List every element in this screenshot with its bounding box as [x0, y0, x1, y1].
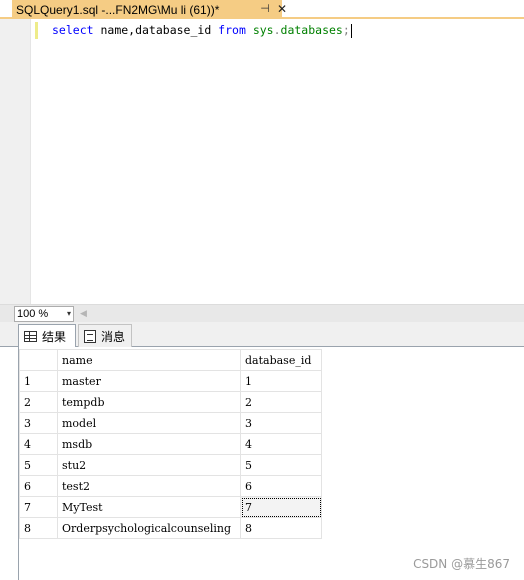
- query-document-tab[interactable]: SQLQuery1.sql -...FN2MG\Mu li (61))* ⊣ ✕: [12, 0, 287, 19]
- row-number-cell[interactable]: 8: [19, 517, 58, 539]
- name-cell[interactable]: master: [57, 370, 241, 392]
- token-dot: .: [273, 23, 281, 37]
- name-cell[interactable]: msdb: [57, 433, 241, 455]
- name-cell[interactable]: MyTest: [57, 496, 241, 518]
- database-id-cell[interactable]: 8: [240, 517, 322, 539]
- pin-icon[interactable]: ⊣: [258, 1, 272, 17]
- name-cell[interactable]: stu2: [57, 454, 241, 476]
- row-number-cell[interactable]: 5: [19, 454, 58, 476]
- name-cell[interactable]: test2: [57, 475, 241, 497]
- chevron-down-icon[interactable]: ▾: [67, 307, 71, 321]
- zoom-bar: 100 % ▾ ◀: [0, 304, 524, 322]
- tab-messages[interactable]: 消息: [78, 324, 132, 347]
- query-tab-title: SQLQuery1.sql -...FN2MG\Mu li (61))*: [16, 2, 220, 17]
- zoom-select[interactable]: 100 % ▾: [14, 306, 74, 322]
- name-cell[interactable]: model: [57, 412, 241, 434]
- schema-sys: sys: [252, 23, 274, 37]
- column-header-name[interactable]: name: [57, 349, 241, 371]
- column-list: name,database_id: [93, 23, 219, 37]
- database-id-cell[interactable]: 7: [240, 496, 322, 518]
- query-editor[interactable]: select name,database_id from sys.databas…: [0, 19, 524, 304]
- table-row[interactable]: 7 MyTest 7: [19, 496, 322, 518]
- row-number-cell[interactable]: 7: [19, 496, 58, 518]
- document-tab-bar: SQLQuery1.sql -...FN2MG\Mu li (61))* ⊣ ✕: [0, 0, 524, 19]
- row-number-cell[interactable]: 4: [19, 433, 58, 455]
- database-id-cell[interactable]: 1: [240, 370, 322, 392]
- table-row[interactable]: 3 model 3: [19, 412, 322, 434]
- row-number-cell[interactable]: 6: [19, 475, 58, 497]
- table-row[interactable]: 2 tempdb 2: [19, 391, 322, 413]
- table-row[interactable]: 4 msdb 4: [19, 433, 322, 455]
- database-id-cell[interactable]: 2: [240, 391, 322, 413]
- grid-icon: [24, 331, 37, 342]
- token-semicolon: ;: [342, 23, 350, 37]
- editor-gutter: [0, 19, 30, 304]
- tab-results[interactable]: 结果: [18, 324, 76, 348]
- object-databases: databases: [280, 23, 343, 37]
- results-pane: name database_id 1 master 1 2 tempdb 2 3 model 3…: [0, 347, 524, 580]
- tab-messages-label: 消息: [101, 329, 126, 344]
- table-row[interactable]: 8 Orderpsychologicalcounseling 8: [19, 517, 322, 539]
- table-row[interactable]: 5 stu2 5: [19, 454, 322, 476]
- zoom-value: 100 %: [17, 308, 49, 320]
- results-grid[interactable]: name database_id 1 master 1 2 tempdb 2 3 model 3…: [19, 349, 322, 539]
- row-number-header[interactable]: [19, 349, 58, 371]
- column-header-database-id[interactable]: database_id: [240, 349, 322, 371]
- tab-results-label: 结果: [42, 330, 67, 344]
- table-row[interactable]: 1 master 1: [19, 370, 322, 392]
- text-caret: [350, 23, 352, 38]
- editor-marker-margin: [30, 19, 34, 304]
- keyword-select: select: [52, 23, 94, 37]
- messages-icon: [84, 329, 96, 343]
- scroll-left-icon[interactable]: ◀: [80, 308, 87, 320]
- keyword-from: from: [218, 23, 246, 37]
- results-tab-strip: 结果 消息: [0, 322, 524, 348]
- database-id-cell[interactable]: 3: [240, 412, 322, 434]
- table-row[interactable]: 6 test2 6: [19, 475, 322, 497]
- database-id-cell[interactable]: 6: [240, 475, 322, 497]
- row-number-cell[interactable]: 1: [19, 370, 58, 392]
- change-tracking-bar: [35, 22, 38, 39]
- database-id-cell[interactable]: 5: [240, 454, 322, 476]
- code-line-1[interactable]: select name,database_id from sys.databas…: [52, 23, 352, 38]
- close-icon[interactable]: ✕: [275, 1, 289, 17]
- database-id-cell[interactable]: 4: [240, 433, 322, 455]
- grid-header-row: name database_id: [19, 349, 322, 371]
- name-cell[interactable]: Orderpsychologicalcounseling: [57, 517, 241, 539]
- name-cell[interactable]: tempdb: [57, 391, 241, 413]
- watermark: CSDN @慕生867: [413, 557, 510, 571]
- grid-body: 1 master 1 2 tempdb 2 3 model 3 4 msdb 4 5 stu2 5 6 test…: [19, 370, 322, 539]
- row-number-cell[interactable]: 2: [19, 391, 58, 413]
- row-number-cell[interactable]: 3: [19, 412, 58, 434]
